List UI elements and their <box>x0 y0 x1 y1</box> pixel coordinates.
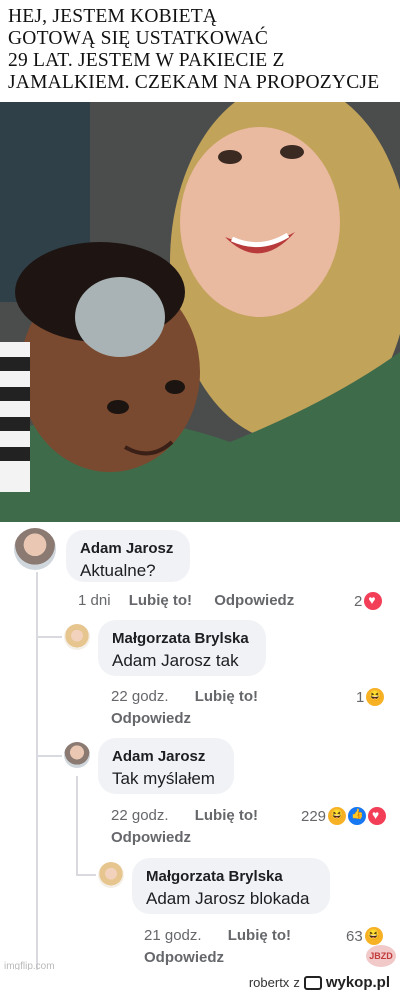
comment-meta: 22 godz. Lubię to! <box>111 807 258 824</box>
photo-illustration <box>0 82 400 522</box>
comment-bubble: Adam Jarosz Tak myślałem <box>98 738 234 794</box>
comment-text: Tak myślałem <box>112 769 215 788</box>
like-button[interactable]: Lubię to! <box>195 807 258 824</box>
comment-author[interactable]: Adam Jarosz <box>80 540 176 557</box>
thread-connector <box>36 755 62 757</box>
haha-reaction-icon <box>366 688 385 706</box>
comment-bubble: Adam Jarosz Aktualne? <box>66 530 190 582</box>
heart-reaction-icon <box>368 807 387 825</box>
reply-button[interactable]: Odpowiedz <box>214 592 294 609</box>
reply-button[interactable]: Odpowiedz <box>111 710 191 727</box>
footer-connector: z <box>293 975 300 990</box>
haha-reaction-icon <box>328 807 347 825</box>
footer-user[interactable]: robertx <box>249 975 289 990</box>
like-reaction-icon <box>348 807 367 825</box>
footer-attribution: robertx z wykop.pl <box>249 974 390 991</box>
comment-meta: 1 dni Lubię to! Odpowiedz <box>78 592 294 609</box>
like-button[interactable]: Lubię to! <box>129 592 192 609</box>
comment-time[interactable]: 22 godz. <box>111 688 169 705</box>
reaction-summary[interactable]: 63 <box>346 927 383 945</box>
comment-meta: 22 godz. Lubię to! <box>111 688 258 705</box>
reaction-summary[interactable]: 1 <box>356 688 385 706</box>
meme-caption-line: GOTOWĄ SIĘ USTATKOWAĆ <box>8 28 269 49</box>
reaction-summary[interactable]: 2 <box>354 592 383 610</box>
meme-caption-line: JAMALKIEM. CZEKAM NA PROPOZYCJE <box>8 72 380 93</box>
heart-reaction-icon <box>364 592 383 610</box>
thread-line <box>36 572 38 972</box>
comment-bubble: Małgorzata Brylska Adam Jarosz tak <box>98 620 266 676</box>
jbzd-watermark: JBZD <box>366 945 396 967</box>
comment-meta: 21 godz. Lubię to! <box>144 927 291 944</box>
avatar[interactable] <box>64 624 90 650</box>
avatar[interactable] <box>14 528 56 570</box>
comment-section: Adam Jarosz Aktualne? 1 dni Lubię to! Od… <box>0 522 400 993</box>
comment-time[interactable]: 22 godz. <box>111 807 169 824</box>
reaction-count: 1 <box>356 688 365 706</box>
comment-text: Adam Jarosz blokada <box>146 889 310 908</box>
wykop-logo-icon <box>303 975 322 990</box>
meme-image: HEJ, JESTEM KOBIETĄ GOTOWĄ SIĘ USTATKOWA… <box>0 0 400 522</box>
like-button[interactable]: Lubię to! <box>195 688 258 705</box>
thread-connector <box>36 636 62 638</box>
meme-caption-line: 29 LAT. JESTEM W PAKIECIE Z <box>8 50 285 71</box>
reaction-count: 229 <box>301 807 327 825</box>
reaction-count: 63 <box>346 927 363 945</box>
comment-bubble: Małgorzata Brylska Adam Jarosz blokada <box>132 858 330 914</box>
thread-line <box>76 776 78 876</box>
comment-time[interactable]: 1 dni <box>78 592 111 609</box>
comment-time[interactable]: 21 godz. <box>144 927 202 944</box>
meme-photo <box>0 82 400 522</box>
thread-connector <box>76 874 96 876</box>
avatar[interactable] <box>98 862 124 888</box>
comment-author[interactable]: Małgorzata Brylska <box>112 630 252 647</box>
avatar[interactable] <box>64 742 90 768</box>
reply-button[interactable]: Odpowiedz <box>144 949 224 966</box>
like-button[interactable]: Lubię to! <box>228 927 291 944</box>
meme-caption: HEJ, JESTEM KOBIETĄ GOTOWĄ SIĘ USTATKOWA… <box>8 6 398 94</box>
comment-text: Aktualne? <box>80 561 156 580</box>
reply-button[interactable]: Odpowiedz <box>111 829 191 846</box>
meme-caption-line: HEJ, JESTEM KOBIETĄ <box>8 6 218 27</box>
reaction-summary[interactable]: 229 <box>301 807 387 825</box>
comment-author[interactable]: Adam Jarosz <box>112 748 220 765</box>
footer: robertx z wykop.pl <box>0 970 400 993</box>
footer-brand[interactable]: wykop.pl <box>326 974 390 991</box>
reaction-count: 2 <box>354 592 363 610</box>
comment-text: Adam Jarosz tak <box>112 651 239 670</box>
comment-author[interactable]: Małgorzata Brylska <box>146 868 316 885</box>
haha-reaction-icon <box>364 927 383 945</box>
